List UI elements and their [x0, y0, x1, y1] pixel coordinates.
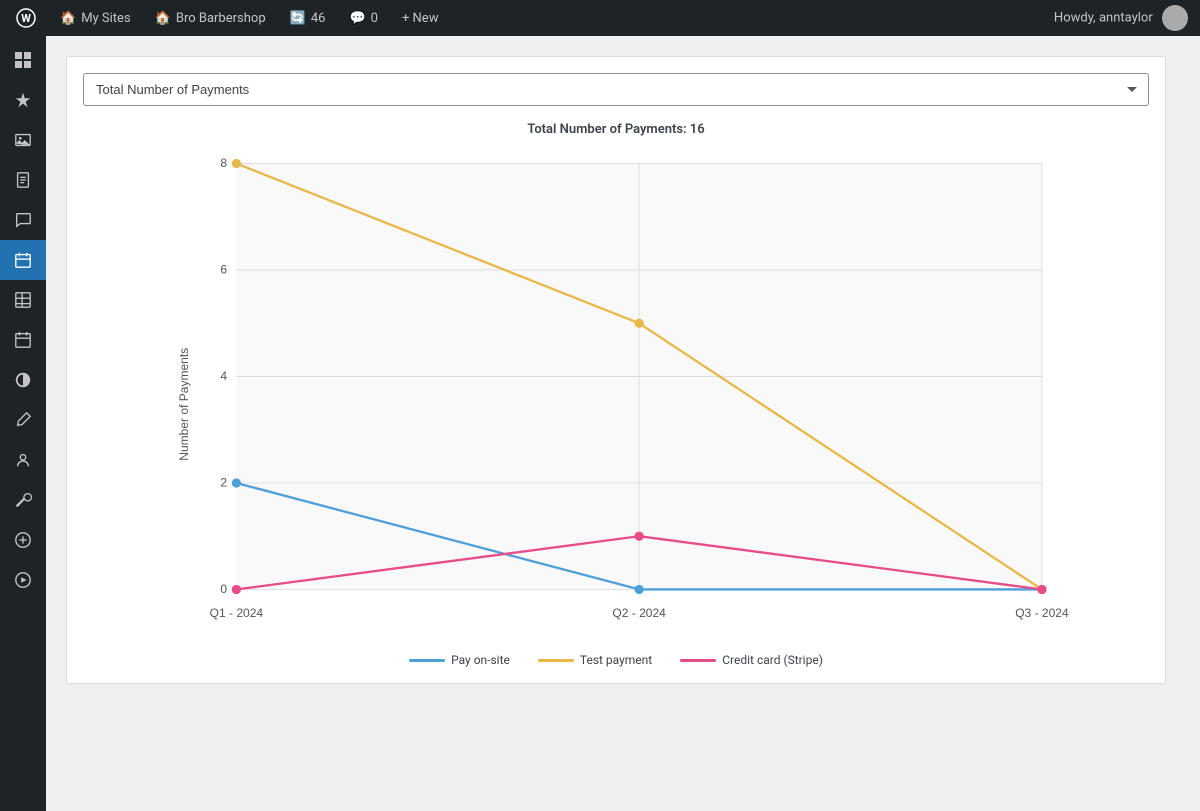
comments-count: 0 — [371, 11, 378, 26]
ytick-8: 8 — [220, 156, 227, 170]
sidebar-item-dashboard[interactable] — [0, 40, 46, 80]
legend-line-pay-onsite — [409, 659, 445, 662]
sidebar-item-media[interactable] — [0, 120, 46, 160]
sidebar-item-brush[interactable] — [0, 400, 46, 440]
sidebar-item-play[interactable] — [0, 560, 46, 600]
y-axis-label: Number of Payments — [177, 348, 191, 461]
sidebar-item-add[interactable] — [0, 520, 46, 560]
user-info[interactable]: Howdy, anntaylor — [1054, 5, 1188, 31]
layout: Total Number of Payments Total Revenue T… — [0, 36, 1200, 811]
updates-count: 46 — [311, 11, 326, 26]
site-link[interactable]: 🏠 Bro Barbershop — [151, 11, 270, 26]
dot-test-q1 — [232, 159, 241, 168]
my-sites-icon: 🏠 — [60, 11, 76, 26]
svg-text:W: W — [21, 12, 31, 25]
metric-dropdown[interactable]: Total Number of Payments Total Revenue — [83, 73, 1149, 106]
legend-label-test-payment: Test payment — [580, 653, 652, 667]
my-sites-label: My Sites — [81, 11, 130, 26]
sidebar-item-appearance[interactable] — [0, 360, 46, 400]
sidebar-item-comments[interactable] — [0, 200, 46, 240]
new-label: + New — [402, 11, 439, 26]
sidebar-item-calendar2[interactable] — [0, 320, 46, 360]
chart-title: Total Number of Payments: 16 — [83, 122, 1149, 137]
updates-icon: 🔄 — [290, 11, 306, 26]
xtick-q2: Q2 - 2024 — [612, 606, 666, 620]
dot-stripe-q1 — [232, 585, 241, 594]
legend-label-pay-onsite: Pay on-site — [451, 653, 510, 667]
site-icon: 🏠 — [155, 11, 171, 26]
ytick-0: 0 — [220, 582, 227, 596]
legend-test-payment: Test payment — [538, 653, 652, 667]
sidebar — [0, 36, 46, 811]
legend-line-credit-card — [680, 659, 716, 662]
ytick-2: 2 — [220, 476, 227, 490]
chart-legend: Pay on-site Test payment Credit card (St… — [83, 653, 1149, 667]
updates[interactable]: 🔄 46 — [286, 11, 330, 26]
comments[interactable]: 💬 0 — [345, 11, 382, 26]
legend-pay-onsite: Pay on-site — [409, 653, 510, 667]
wp-logo[interactable]: W — [12, 8, 40, 28]
legend-credit-card: Credit card (Stripe) — [680, 653, 823, 667]
dot-test-q2 — [635, 319, 644, 328]
user-label: Howdy, anntaylor — [1054, 10, 1153, 25]
dropdown-wrapper: Total Number of Payments Total Revenue — [83, 73, 1149, 106]
ytick-4: 4 — [220, 369, 227, 383]
legend-label-credit-card: Credit card (Stripe) — [722, 653, 823, 667]
sidebar-item-calendar[interactable] — [0, 240, 46, 280]
ytick-6: 6 — [220, 263, 227, 277]
sidebar-item-tools[interactable] — [0, 480, 46, 520]
sidebar-item-pin[interactable] — [0, 80, 46, 120]
comments-icon: 💬 — [349, 11, 365, 26]
sidebar-item-pages[interactable] — [0, 160, 46, 200]
my-sites[interactable]: 🏠 My Sites — [56, 11, 135, 26]
dot-pay-onsite-q1 — [232, 478, 241, 487]
dot-stripe-q2 — [635, 532, 644, 541]
legend-line-test-payment — [538, 659, 574, 662]
sidebar-item-table[interactable] — [0, 280, 46, 320]
dot-pay-onsite-q2 — [635, 585, 644, 594]
main-content: Total Number of Payments Total Revenue T… — [46, 36, 1200, 811]
new-button[interactable]: + New — [398, 11, 443, 26]
site-name: Bro Barbershop — [176, 11, 266, 26]
dot-stripe-q3 — [1037, 585, 1046, 594]
chart-svg: Number of Payments 0 2 4 6 — [83, 145, 1149, 645]
xtick-q3: Q3 - 2024 — [1015, 606, 1069, 620]
sidebar-item-users[interactable] — [0, 440, 46, 480]
xtick-q1: Q1 - 2024 — [210, 606, 264, 620]
user-avatar — [1162, 5, 1188, 31]
topbar: W 🏠 My Sites 🏠 Bro Barbershop 🔄 46 💬 0 +… — [0, 0, 1200, 36]
chart-container: Total Number of Payments Total Revenue T… — [66, 56, 1166, 684]
